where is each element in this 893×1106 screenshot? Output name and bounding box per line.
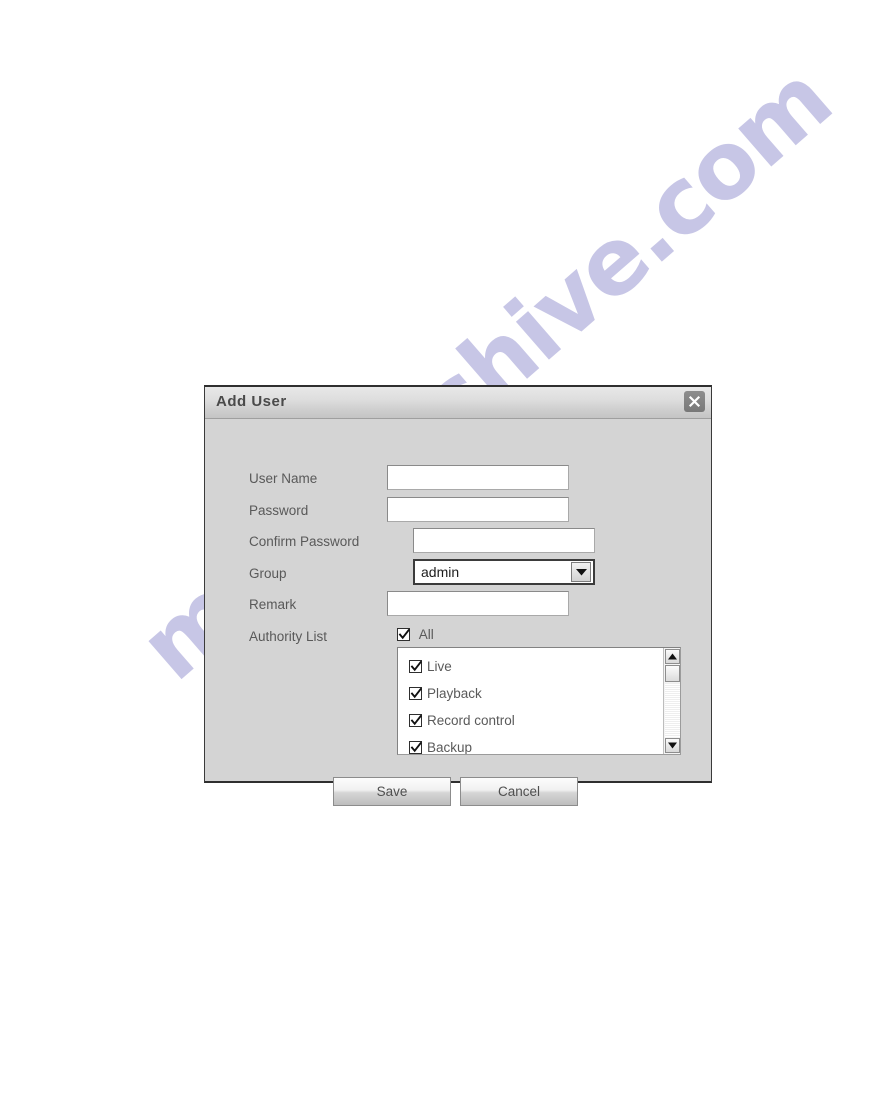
- group-select[interactable]: admin: [413, 559, 595, 585]
- list-item-label: Live: [427, 658, 452, 674]
- add-user-dialog: Add User User Name Password Confirm Pass…: [204, 385, 712, 806]
- all-checkbox[interactable]: [397, 627, 410, 641]
- list-item-label: Record control: [427, 712, 515, 728]
- password-input[interactable]: [387, 497, 569, 522]
- chevron-down-icon[interactable]: [571, 562, 591, 582]
- backup-checkbox[interactable]: [409, 740, 422, 754]
- scroll-up-button[interactable]: [665, 649, 680, 664]
- authority-all-row: All: [397, 626, 434, 642]
- authority-listbox[interactable]: Live Playback Record control Backup: [397, 647, 681, 755]
- remark-input[interactable]: [387, 591, 569, 616]
- confirm-password-label: Confirm Password: [249, 534, 360, 549]
- confirm-password-input[interactable]: [413, 528, 595, 553]
- list-item-label: Playback: [427, 685, 482, 701]
- list-item[interactable]: Record control: [409, 712, 515, 728]
- check-icon: [410, 714, 422, 726]
- user-name-label: User Name: [249, 471, 318, 486]
- save-button-label: Save: [376, 784, 408, 799]
- check-icon: [410, 660, 422, 672]
- cancel-button-label: Cancel: [497, 784, 541, 799]
- scrollbar-track[interactable]: [665, 683, 680, 737]
- close-button[interactable]: [684, 391, 705, 412]
- close-icon: [688, 395, 701, 408]
- caret-up-icon: [668, 653, 677, 660]
- dialog-body: User Name Password Confirm Password Grou…: [205, 419, 711, 806]
- authority-list-label: Authority List: [249, 629, 328, 644]
- all-checkbox-label: All: [418, 626, 434, 642]
- live-checkbox[interactable]: [409, 659, 422, 673]
- authority-scrollbar[interactable]: [663, 648, 680, 754]
- group-label: Group: [249, 566, 287, 581]
- check-icon: [398, 628, 410, 640]
- list-item[interactable]: Live: [409, 658, 452, 674]
- record-control-checkbox[interactable]: [409, 713, 422, 727]
- playback-checkbox[interactable]: [409, 686, 422, 700]
- group-selected-value: admin: [421, 564, 460, 580]
- check-icon: [410, 741, 422, 753]
- scroll-down-button[interactable]: [665, 738, 680, 753]
- dialog-title: Add User: [216, 393, 287, 410]
- caret-down-icon: [668, 742, 677, 749]
- list-item[interactable]: Backup: [409, 739, 473, 755]
- list-item[interactable]: Playback: [409, 685, 482, 701]
- scrollbar-thumb[interactable]: [665, 665, 680, 682]
- password-label: Password: [249, 503, 309, 518]
- check-icon: [410, 687, 422, 699]
- remark-label: Remark: [249, 597, 297, 612]
- list-item-label: Backup: [427, 739, 473, 755]
- user-name-input[interactable]: [387, 465, 569, 490]
- save-button[interactable]: Save: [333, 777, 451, 806]
- dialog-titlebar: Add User: [205, 387, 711, 419]
- cancel-button[interactable]: Cancel: [460, 777, 578, 806]
